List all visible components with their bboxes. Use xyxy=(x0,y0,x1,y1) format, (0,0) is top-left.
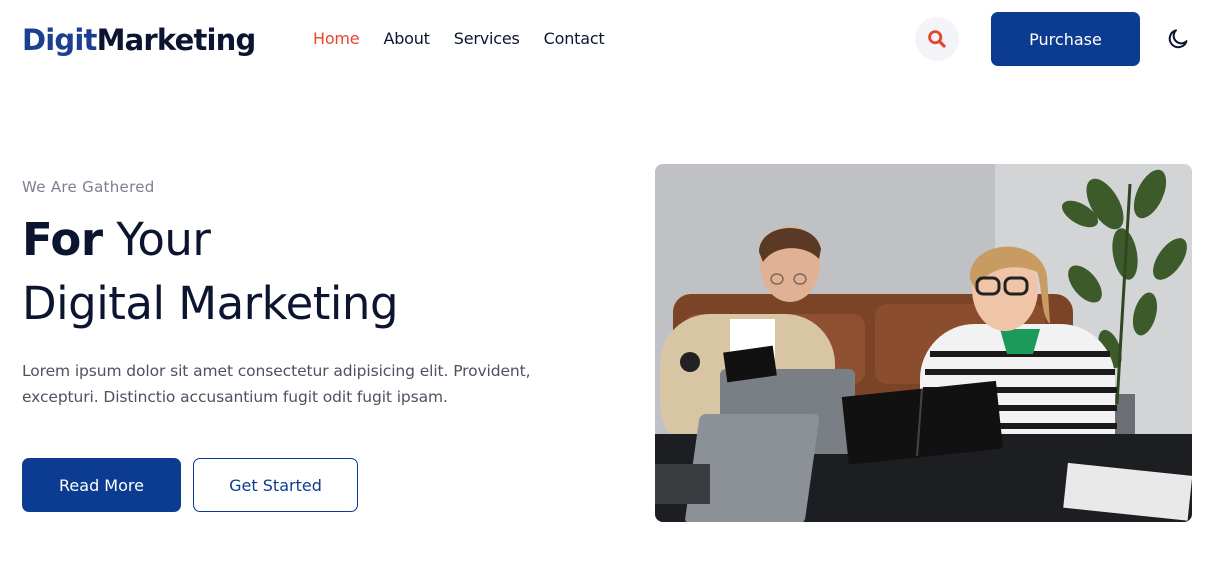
theme-toggle-button[interactable] xyxy=(1164,25,1192,53)
nav-services[interactable]: Services xyxy=(454,28,520,50)
nav-contact[interactable]: Contact xyxy=(544,28,605,50)
logo[interactable]: DigitMarketing xyxy=(22,21,256,59)
hero-eyebrow: We Are Gathered xyxy=(22,178,155,196)
moon-icon xyxy=(1168,29,1188,49)
main-nav: Home About Services Contact xyxy=(313,28,629,50)
search-icon xyxy=(928,30,946,48)
headline-bold: For xyxy=(22,213,103,266)
logo-part-marketing: Marketing xyxy=(96,23,257,57)
read-more-button[interactable]: Read More xyxy=(22,458,181,512)
hero-headline: For Your Digital Marketing xyxy=(22,208,399,336)
site-header: DigitMarketing Home About Services Conta… xyxy=(0,0,1213,78)
headline-rest: Your xyxy=(102,213,211,266)
hero-description: Lorem ipsum dolor sit amet consectetur a… xyxy=(22,362,531,406)
get-started-button[interactable]: Get Started xyxy=(193,458,358,512)
nav-about[interactable]: About xyxy=(383,28,430,50)
hero-image xyxy=(655,164,1192,522)
hero-photo-illustration xyxy=(655,164,1192,522)
logo-part-digit: Digit xyxy=(22,23,97,57)
headline-line2: Digital Marketing xyxy=(22,277,399,330)
purchase-button[interactable]: Purchase xyxy=(991,12,1140,66)
search-button[interactable] xyxy=(915,17,959,61)
nav-home[interactable]: Home xyxy=(313,28,360,50)
